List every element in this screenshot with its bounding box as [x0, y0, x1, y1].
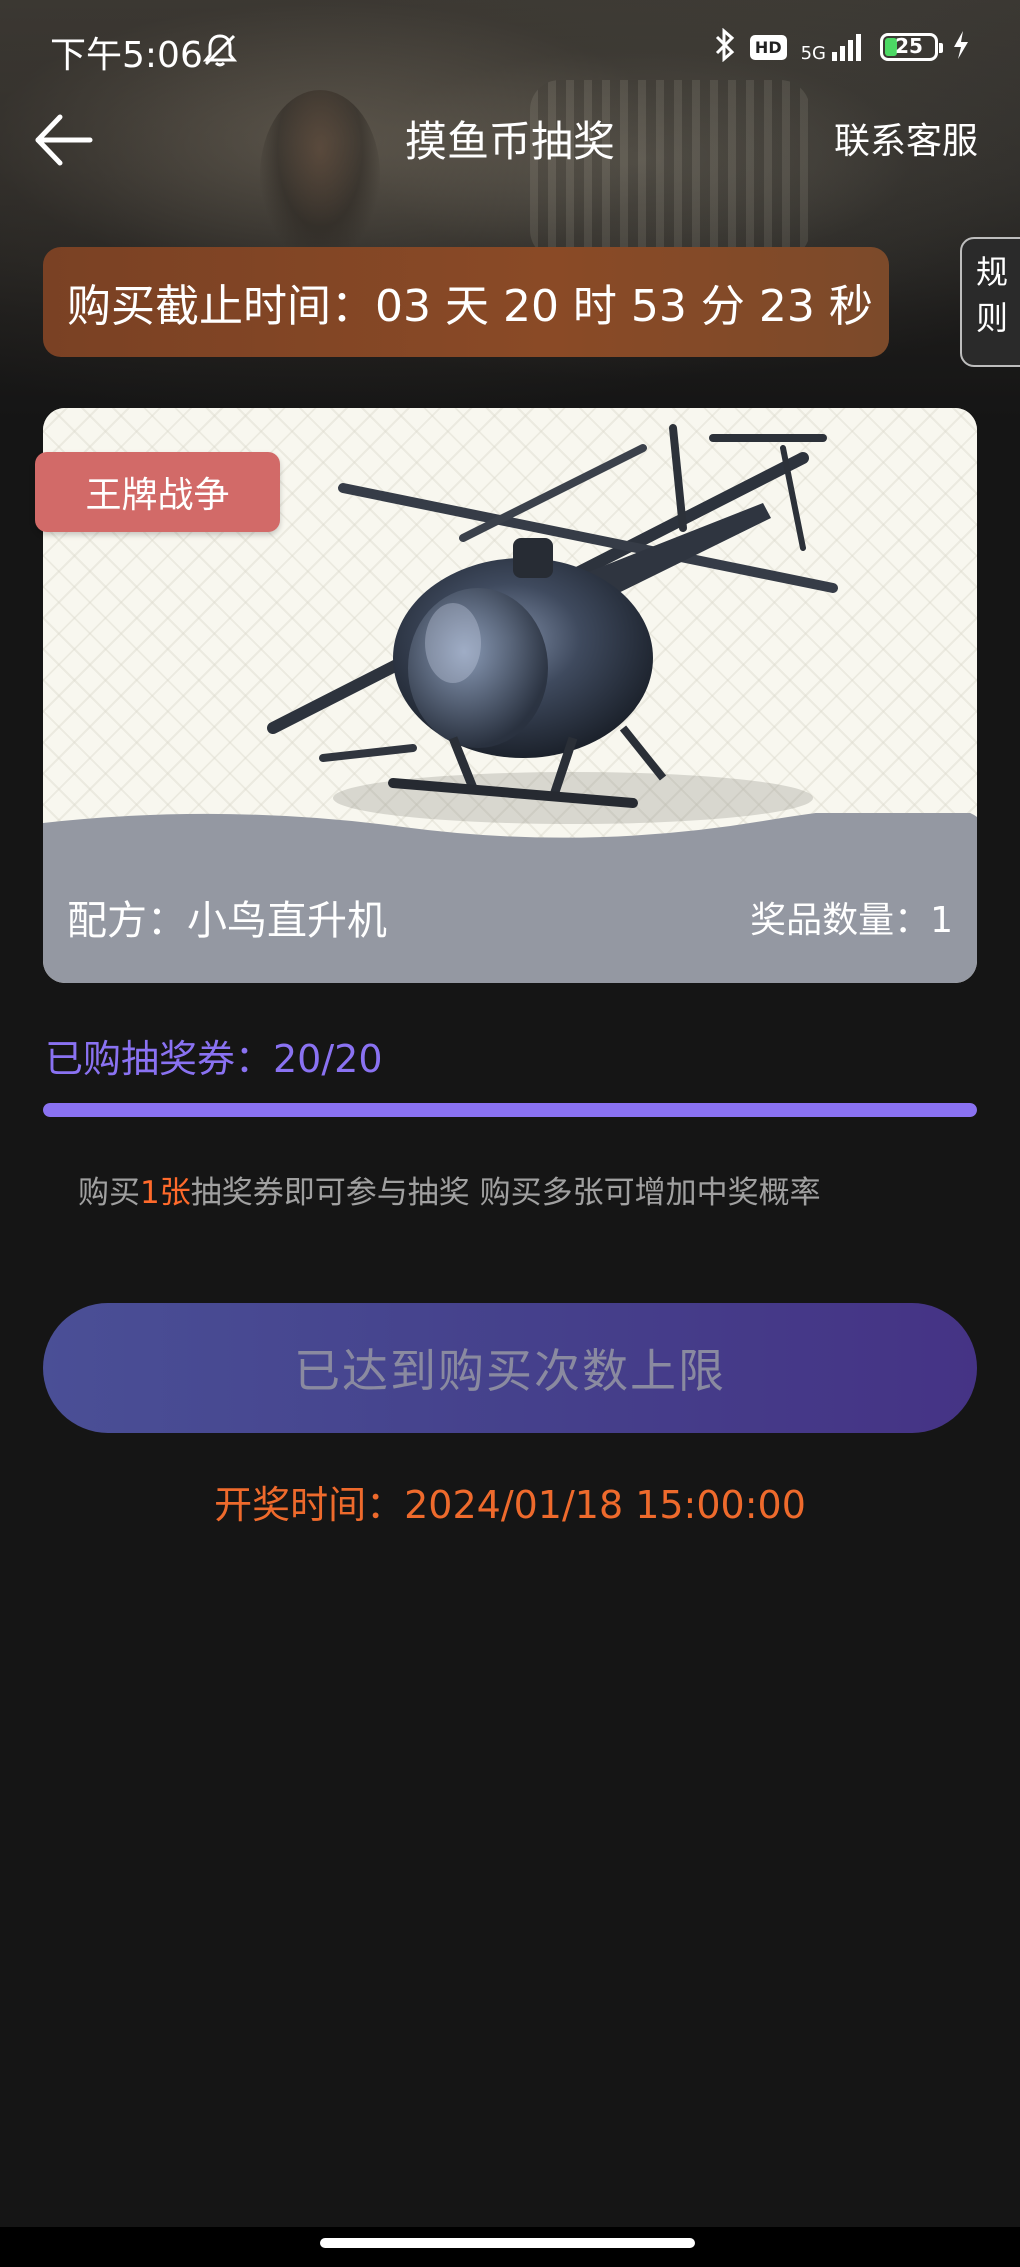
- contact-support-button[interactable]: 联系客服: [834, 112, 978, 164]
- rules-tab-line1: 规: [976, 253, 1009, 291]
- status-time: 下午5:06: [50, 35, 203, 76]
- helicopter-image: [267, 424, 838, 824]
- prize-info-bar: 配方：小鸟直升机 奖品数量：1: [43, 813, 977, 983]
- hint-after: 抽奖券即可参与抽奖 购买多张可增加中奖概率: [190, 1175, 821, 1211]
- purchased-tickets-label: 已购抽奖券：20/20: [45, 1037, 383, 1081]
- countdown-text: 购买截止时间：03 天 20 时 53 分 23 秒: [67, 281, 873, 332]
- status-icons: HD 5G 25: [714, 27, 970, 66]
- rules-tab[interactable]: 规 则: [960, 237, 1020, 367]
- purchase-deadline-countdown: 购买截止时间：03 天 20 时 53 分 23 秒: [43, 247, 889, 357]
- hd-icon: HD: [749, 34, 787, 60]
- game-tag: 王牌战争: [35, 452, 280, 532]
- battery-cap: [939, 43, 943, 53]
- draw-time: 开奖时间：2024/01/18 15:00:00: [214, 1483, 806, 1527]
- purchase-limit-button[interactable]: 已达到购买次数上限: [43, 1303, 977, 1433]
- battery-level: 25: [895, 34, 923, 58]
- purchase-progress-fill: [43, 1103, 977, 1117]
- hint-before: 购买: [78, 1175, 140, 1211]
- bluetooth-icon: [714, 27, 736, 66]
- rules-tab-line2: 则: [976, 299, 1009, 337]
- recipe-name: 配方：小鸟直升机: [67, 898, 387, 944]
- prize-quantity: 奖品数量：1: [750, 900, 953, 941]
- purchase-progress-bar: [43, 1103, 977, 1117]
- purchase-hint: 购买1张抽奖券即可参与抽奖 购买多张可增加中奖概率: [78, 1167, 821, 1212]
- home-indicator[interactable]: [320, 2238, 695, 2248]
- screen: 下午5:06 HD 5G 25 摸鱼币抽奖 联系客服 购买截止时间：03 天 2…: [0, 0, 1020, 2267]
- 5g-signal-icon: 5G: [800, 32, 866, 64]
- charging-icon: [952, 30, 970, 64]
- vehicle-grille: [530, 80, 810, 260]
- hint-accent: 1张: [140, 1175, 191, 1211]
- battery-icon: 25: [880, 33, 943, 61]
- status-bar: 下午5:06 HD 5G 25: [0, 20, 1020, 80]
- bell-off-icon: [200, 30, 240, 70]
- network-label: 5G: [800, 43, 826, 64]
